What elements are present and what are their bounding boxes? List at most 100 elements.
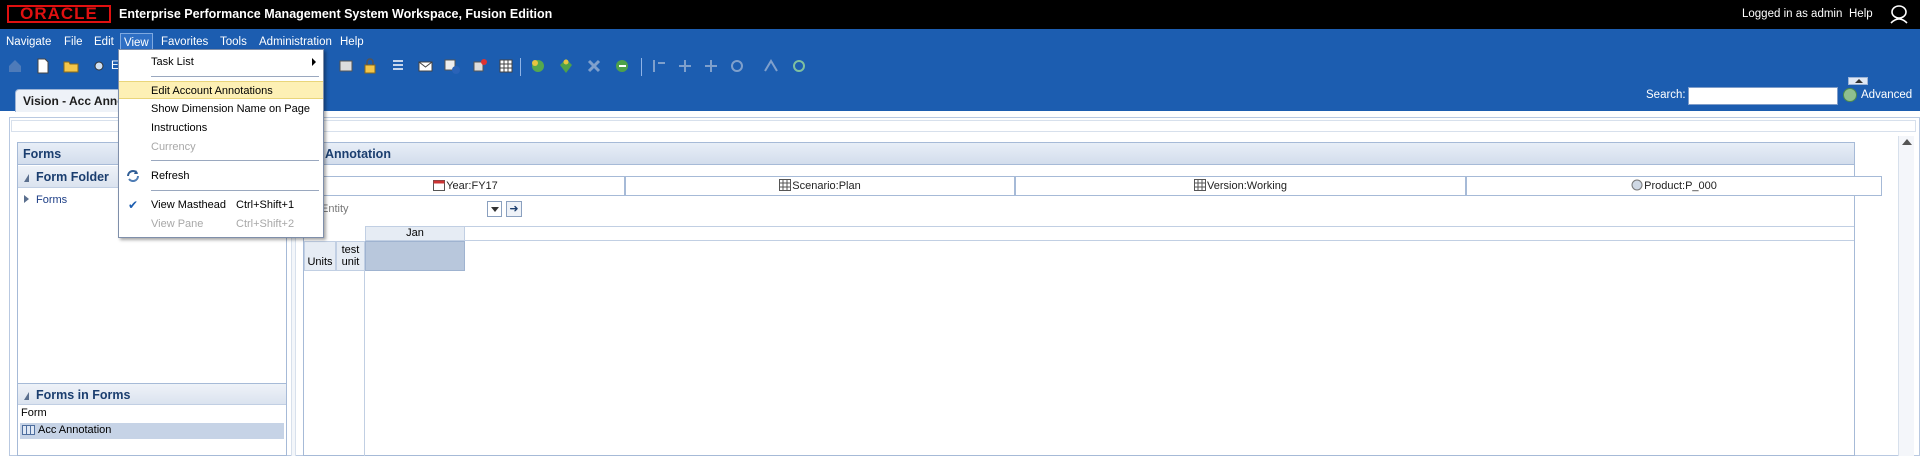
row-header-test-unit: test unit [336,241,365,271]
globe-icon [1631,179,1643,191]
validate-icon[interactable] [471,57,489,75]
submit-icon[interactable] [613,57,631,75]
grid-icon[interactable] [497,57,515,75]
menu-item-refresh[interactable]: Refresh [119,167,323,185]
explore-icon[interactable] [92,57,110,75]
pov-product-label: Product:P_000 [1644,180,1717,192]
menu-item-shortcut: Ctrl+Shift+2 [236,218,295,230]
menu-separator [151,190,319,191]
menu-item-task-list[interactable]: Task List [119,53,323,71]
menu-edit[interactable]: Edit [91,33,117,51]
collapse-triangle-icon[interactable] [24,392,29,400]
grid-icon [1194,179,1207,191]
app-title: Enterprise Performance Management System… [119,7,553,21]
menu-item-label: Currency [151,141,196,153]
search-label: Search: [1646,89,1686,101]
approve-icon[interactable] [529,57,547,75]
tree-item-forms[interactable]: Forms [24,194,67,206]
menu-item-label: Show Dimension Name on Page [151,103,310,115]
search-input[interactable] [1688,87,1838,105]
tab-vision-acc-annotation[interactable]: Vision - Acc Anno [15,89,125,112]
pov-year[interactable]: Year:FY17 [306,176,625,196]
menu-item-instructions[interactable]: Instructions [119,119,323,137]
page-dropdown-button[interactable] [487,201,502,217]
reject-icon[interactable] [585,57,603,75]
form-row-label: Acc Annotation [38,424,112,436]
view-menu-dropdown: Task List Edit Account Annotations Show … [118,49,324,238]
checkmark-icon: ✔ [128,198,139,212]
grid-icon [779,179,792,191]
row-header-units: Units [304,241,336,271]
tree-item-label[interactable]: Forms [36,194,67,206]
list-icon[interactable] [389,57,407,75]
lock-icon[interactable] [361,57,379,75]
menu-item-edit-account-annotations[interactable]: Edit Account Annotations [119,81,323,99]
align-icon[interactable] [650,57,668,75]
menu-item-label: Edit Account Annotations [151,85,273,97]
form-folder-title: Form Folder [36,170,109,184]
form-row-acc-annotation[interactable]: Acc Annotation [20,423,284,439]
collapse-header-button[interactable] [1848,77,1868,85]
menu-item-label: View Pane [151,218,204,230]
submenu-arrow-icon [312,58,316,66]
promote-icon[interactable] [557,57,575,75]
data-cell-units-jan[interactable] [365,241,465,271]
pov-version[interactable]: Version:Working [1015,176,1466,196]
menu-item-view-pane: View Pane Ctrl+Shift+2 [119,215,323,233]
new-document-icon[interactable] [34,57,52,75]
menu-separator [151,76,319,77]
page-go-button[interactable]: ➜ [506,201,522,217]
help-link[interactable]: Help [1849,8,1873,20]
menu-file[interactable]: File [61,33,86,51]
refresh-icon [127,170,139,182]
scroll-up-icon[interactable] [1902,139,1912,145]
menu-item-label: Instructions [151,122,208,134]
menu-item-shortcut: Ctrl+Shift+1 [236,199,295,211]
column-header-jan: Jan [365,226,465,241]
grid-header-strip [365,226,1854,241]
info-icon[interactable] [443,57,461,75]
menu-navigate[interactable]: Navigate [3,33,54,51]
insert-column-icon[interactable] [702,57,720,75]
pov-scenario[interactable]: Scenario:Plan [625,176,1015,196]
open-folder-icon[interactable] [62,57,80,75]
form-grid-icon [22,425,35,436]
forms-in-forms-header[interactable]: Forms in Forms [18,383,286,405]
advanced-search-link[interactable]: Advanced [1861,89,1912,101]
menu-item-show-dimension-name[interactable]: Show Dimension Name on Page [119,100,323,118]
menu-item-label: Task List [151,56,194,68]
menu-item-view-masthead[interactable]: ✔ View Masthead Ctrl+Shift+1 [119,196,323,214]
vertical-scrollbar[interactable] [1898,136,1914,456]
pov-version-label: Version:Working [1207,180,1287,192]
toolbar-separator [641,58,642,76]
oracle-logo: ORACLE [7,5,111,23]
forms-panel-title-text: Forms [23,147,62,161]
toolbar-separator [520,58,521,76]
menu-item-label: Refresh [151,170,190,182]
insert-row-icon[interactable] [676,57,694,75]
advanced-search-icon[interactable] [1843,88,1857,102]
calendar-icon [433,180,446,191]
grid-divider [364,271,365,456]
print-icon[interactable] [337,57,355,75]
mail-icon[interactable] [417,57,435,75]
annotation-panel-title: Annotation [304,143,1854,165]
pov-bar: Year:FY17 Scenario:Plan Version:Working … [306,176,1882,196]
calc-icon[interactable] [762,57,780,75]
pov-product[interactable]: Product:P_000 [1466,176,1882,196]
form-column-header: Form [21,407,47,419]
menu-separator [151,160,319,161]
adhoc-icon[interactable] [728,57,746,75]
collapse-triangle-icon[interactable] [24,174,29,182]
pov-scenario-label: Scenario:Plan [792,180,861,192]
annotation-panel: Annotation Year:FY17 Scenario:Plan Versi… [303,142,1882,456]
expand-arrow-icon[interactable] [24,195,29,203]
refresh-toolbar-icon[interactable] [790,57,808,75]
logged-in-text: Logged in as admin [1742,8,1843,20]
masthead: ORACLE Enterprise Performance Management… [0,0,1920,29]
home-icon[interactable] [6,57,24,75]
forms-in-forms-title: Forms in Forms [36,388,131,402]
user-icon[interactable] [1888,4,1910,24]
menu-help[interactable]: Help [337,33,367,51]
page-entity-label: Entity [321,203,349,215]
